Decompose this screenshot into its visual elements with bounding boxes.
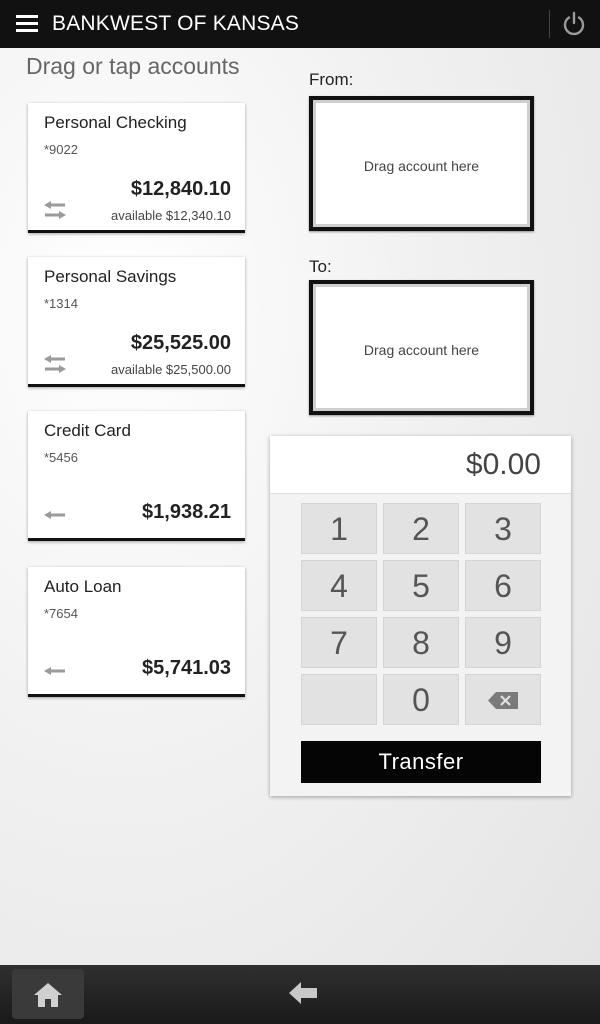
- from-drop-zone[interactable]: Drag account here: [309, 96, 534, 231]
- key-7[interactable]: 7: [301, 617, 377, 668]
- drop-hint: Drag account here: [363, 342, 480, 358]
- key-8[interactable]: 8: [383, 617, 459, 668]
- key-6[interactable]: 6: [465, 560, 541, 611]
- transfer-button[interactable]: Transfer: [301, 741, 541, 783]
- account-card-credit-card[interactable]: Credit Card *5456 $1,938.21: [28, 411, 245, 541]
- menu-icon[interactable]: [16, 15, 38, 33]
- amount-value: $0.00: [465, 448, 541, 481]
- account-name: Credit Card: [44, 421, 131, 440]
- instruction-text: Drag or tap accounts: [26, 53, 240, 79]
- account-number: *5456: [44, 450, 78, 465]
- account-balance: $1,938.21: [142, 501, 231, 523]
- account-available: available $25,500.00: [111, 362, 231, 377]
- to-drop-zone[interactable]: Drag account here: [309, 280, 534, 415]
- home-button[interactable]: [12, 969, 84, 1019]
- account-card-personal-savings[interactable]: Personal Savings *1314 $25,525.00 availa…: [28, 257, 245, 387]
- account-number: *7654: [44, 606, 78, 621]
- account-balance: $25,525.00: [130, 332, 231, 354]
- app-header: BANKWEST OF KANSAS: [0, 0, 600, 48]
- backspace-icon: [488, 692, 518, 709]
- account-card-personal-checking[interactable]: Personal Checking *9022 $12,840.10 avail…: [28, 103, 245, 233]
- key-0[interactable]: 0: [383, 674, 459, 725]
- header-divider: [549, 10, 550, 38]
- key-3[interactable]: 3: [465, 503, 541, 554]
- bottom-nav: [0, 965, 600, 1024]
- to-label: To:: [309, 257, 332, 276]
- key-2[interactable]: 2: [383, 503, 459, 554]
- key-4[interactable]: 4: [301, 560, 377, 611]
- arrow-left-icon: [44, 667, 65, 675]
- from-label: From:: [309, 70, 354, 89]
- account-balance: $5,741.03: [142, 657, 231, 679]
- back-arrow-icon[interactable]: [287, 980, 319, 1006]
- arrow-left-icon: [44, 511, 65, 519]
- key-1[interactable]: 1: [301, 503, 377, 554]
- transfer-arrows-icon: [44, 355, 66, 373]
- account-name: Personal Savings: [44, 267, 177, 286]
- app-title: BANKWEST OF KANSAS: [52, 12, 300, 35]
- home-icon: [34, 983, 62, 1007]
- key-blank: [301, 674, 377, 725]
- account-available: available $12,340.10: [111, 208, 231, 223]
- drop-hint: Drag account here: [363, 158, 480, 174]
- keypad-panel: $0.00 1 2 3 4 5 6 7 8 9 0 Transfer: [270, 436, 571, 796]
- account-balance: $12,840.10: [130, 178, 231, 200]
- account-card-auto-loan[interactable]: Auto Loan *7654 $5,741.03: [28, 567, 245, 697]
- account-name: Auto Loan: [44, 577, 122, 596]
- power-icon[interactable]: [561, 11, 587, 37]
- key-9[interactable]: 9: [465, 617, 541, 668]
- account-number: *9022: [44, 142, 78, 157]
- transfer-arrows-icon: [44, 201, 66, 219]
- account-name: Personal Checking: [44, 113, 187, 132]
- key-backspace[interactable]: [465, 674, 541, 725]
- amount-display: $0.00: [270, 436, 571, 494]
- account-number: *1314: [44, 296, 78, 311]
- key-5[interactable]: 5: [383, 560, 459, 611]
